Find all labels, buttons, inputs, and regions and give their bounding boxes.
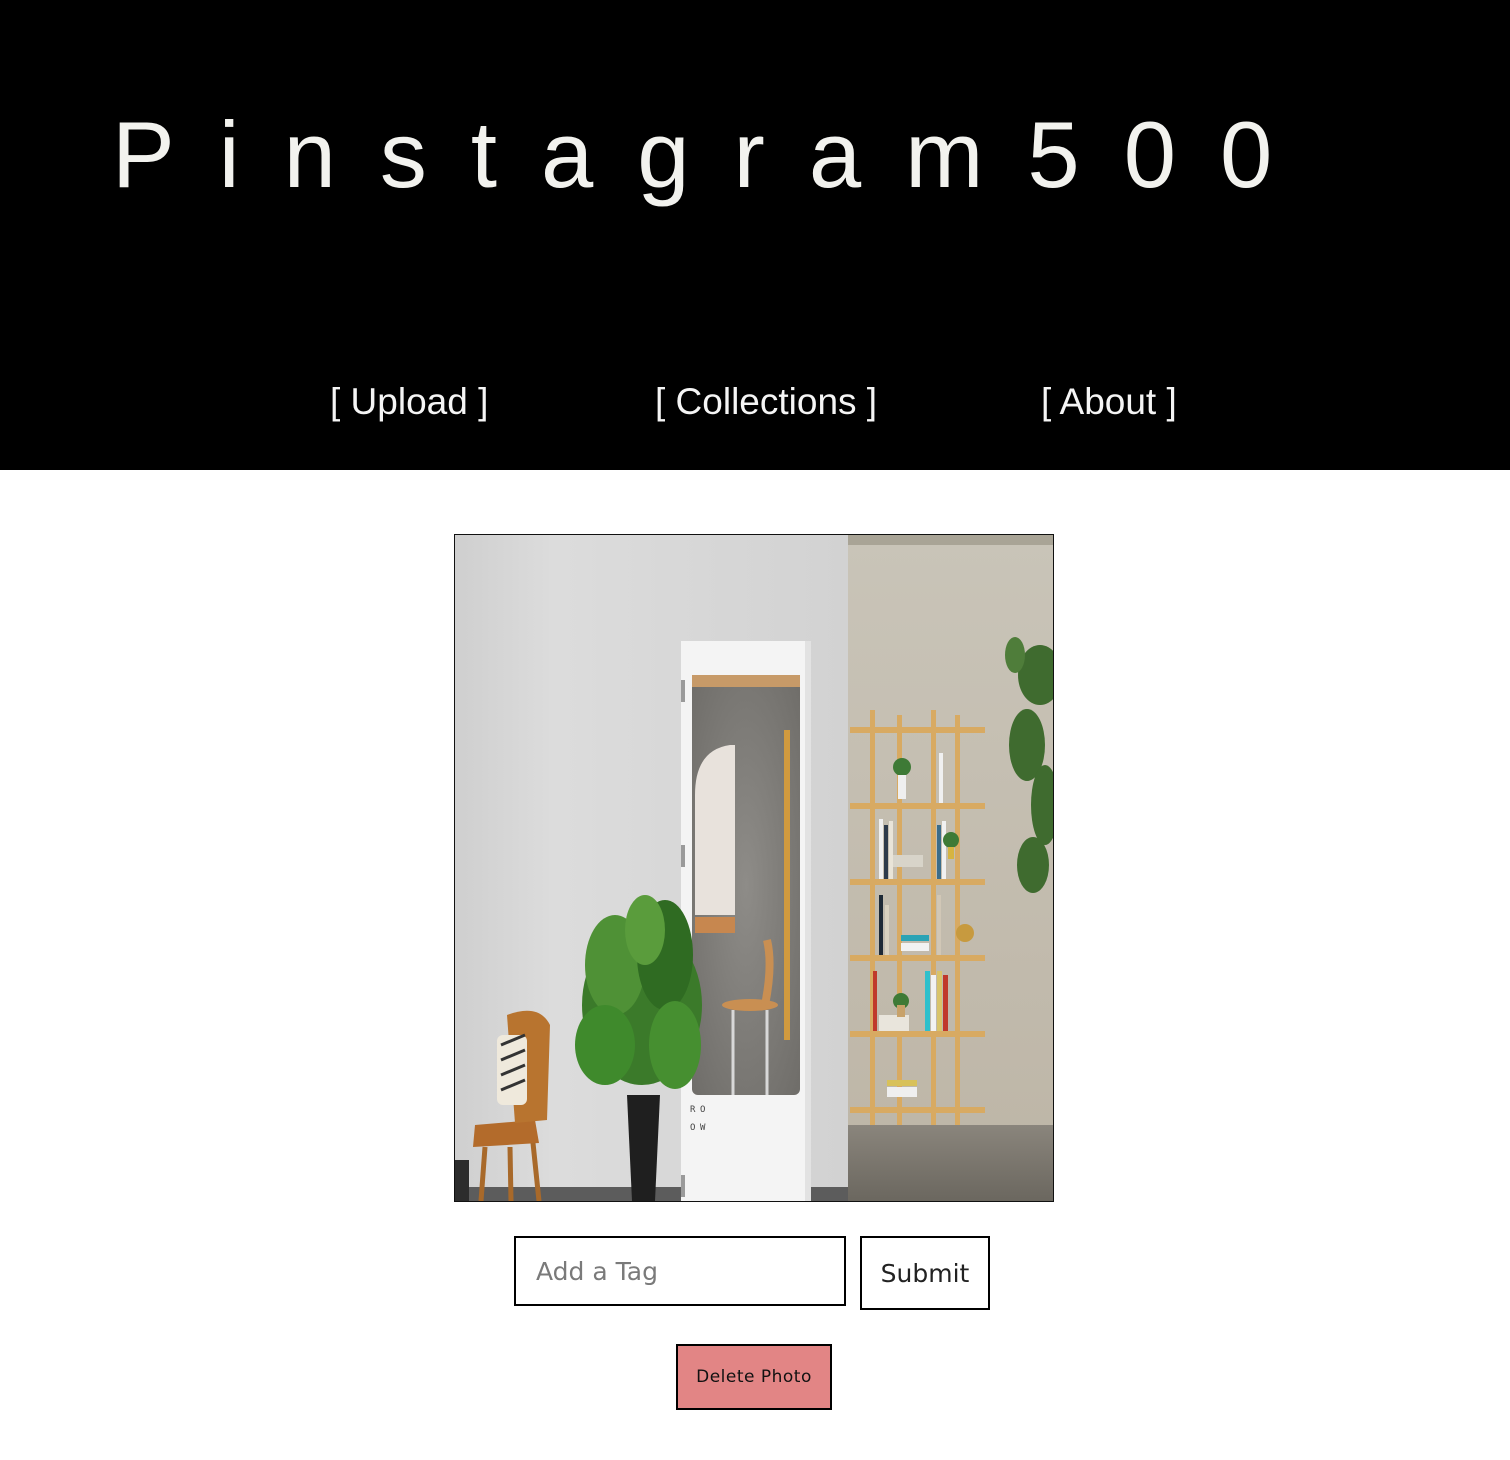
booth-letter: O xyxy=(700,1105,705,1115)
booth-letter: R xyxy=(690,1105,696,1115)
nav-collections-link[interactable]: [ Collections ] xyxy=(655,380,877,424)
site-header: Pinstagram500 [ Upload ] [ Collections ]… xyxy=(0,0,1510,470)
booth-letter: W xyxy=(700,1123,706,1133)
submit-tag-button[interactable]: Submit xyxy=(860,1236,990,1310)
add-tag-input[interactable] xyxy=(514,1236,846,1306)
nav-upload-link[interactable]: [ Upload ] xyxy=(330,380,488,424)
delete-photo-button[interactable]: Delete Photo xyxy=(676,1344,832,1410)
photo-image: R O O W xyxy=(455,535,1053,1201)
site-logo-title[interactable]: Pinstagram500 xyxy=(112,100,1412,210)
booth-letter: O xyxy=(690,1123,695,1133)
nav-about-link[interactable]: [ About ] xyxy=(1041,380,1177,424)
photo-display: R O O W xyxy=(454,534,1054,1202)
